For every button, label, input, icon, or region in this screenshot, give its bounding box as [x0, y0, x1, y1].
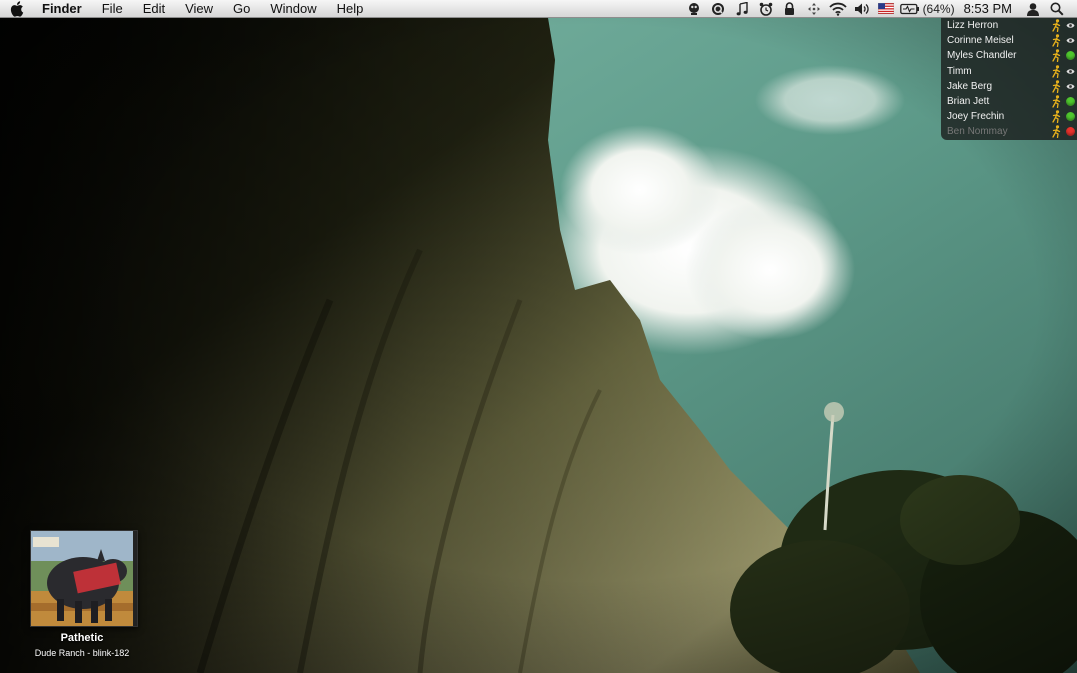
menu-bar-status-area: (64%) 8:53 PM: [682, 0, 1077, 18]
battery-percent[interactable]: (64%): [922, 2, 956, 16]
desktop[interactable]: [0, 0, 1077, 673]
now-playing-widget[interactable]: Pathetic Dude Ranch - blink-182: [18, 530, 146, 665]
running-figure-icon: [1049, 110, 1063, 124]
available-dot-icon: [1063, 110, 1077, 124]
buddy-name: Brian Jett: [947, 96, 990, 108]
buddy-name: Timm: [947, 65, 972, 77]
battery-icon[interactable]: [898, 0, 922, 18]
idle-eye-icon: [1063, 19, 1077, 33]
running-figure-icon: [1049, 79, 1063, 93]
buddy-list-item[interactable]: Timm: [941, 64, 1077, 79]
available-dot-icon: [1063, 49, 1077, 63]
buddy-name: Corinne Meisel: [947, 35, 1014, 47]
buddy-list-item[interactable]: Ben Nommay: [941, 124, 1077, 139]
buddy-name: Myles Chandler: [947, 50, 1017, 62]
spaces-arrows-icon[interactable]: [802, 0, 826, 18]
buddy-name: Lizz Herron: [947, 20, 999, 32]
idle-eye-icon: [1063, 64, 1077, 78]
menu-app-name[interactable]: Finder: [34, 0, 92, 18]
itunes-note-icon[interactable]: [730, 0, 754, 18]
buddy-list-item[interactable]: Corinne Meisel: [941, 33, 1077, 48]
adium-duck-icon[interactable]: [682, 0, 706, 18]
buddy-list-item[interactable]: Myles Chandler: [941, 48, 1077, 63]
lock-icon[interactable]: [778, 0, 802, 18]
idle-eye-icon: [1063, 34, 1077, 48]
menu-clock[interactable]: 8:53 PM: [956, 1, 1021, 16]
album-art-image[interactable]: [30, 530, 138, 627]
us-flag-input-icon[interactable]: [874, 0, 898, 18]
menu-bar-left: Finder File Edit View Go Window Help: [0, 0, 373, 18]
track-title: Pathetic: [60, 632, 104, 644]
idle-eye-icon: [1063, 79, 1077, 93]
apple-logo-icon[interactable]: [0, 0, 34, 18]
available-dot-icon: [1063, 95, 1077, 109]
running-figure-icon: [1049, 34, 1063, 48]
volume-icon[interactable]: [850, 0, 874, 18]
running-figure-icon: [1049, 125, 1063, 139]
buddy-list: Lizz Herron Corinne Meisel Myles Chandler T…: [941, 18, 1077, 140]
running-figure-icon: [1049, 95, 1063, 109]
buddy-name: Jake Berg: [947, 80, 993, 92]
menu-window[interactable]: Window: [260, 0, 326, 18]
menu-help[interactable]: Help: [327, 0, 374, 18]
buddy-list-item[interactable]: Lizz Herron: [941, 18, 1077, 33]
quicksilver-icon[interactable]: [706, 0, 730, 18]
running-figure-icon: [1049, 19, 1063, 33]
buddy-list-item[interactable]: Jake Berg: [941, 79, 1077, 94]
menu-go[interactable]: Go: [223, 0, 260, 18]
wifi-icon[interactable]: [826, 0, 850, 18]
menu-bar: Finder File Edit View Go Window Help (64…: [0, 0, 1077, 18]
buddy-name: Ben Nommay: [947, 126, 1008, 138]
buddy-name: Joey Frechin: [947, 111, 1005, 123]
running-figure-icon: [1049, 49, 1063, 63]
spotlight-search-icon[interactable]: [1045, 0, 1069, 18]
running-figure-icon: [1049, 64, 1063, 78]
menu-file[interactable]: File: [92, 0, 133, 18]
away-dot-icon: [1063, 125, 1077, 139]
user-silhouette-icon[interactable]: [1021, 0, 1045, 18]
buddy-list-item[interactable]: Joey Frechin: [941, 109, 1077, 124]
track-album-artist: Dude Ranch - blink-182: [34, 648, 130, 658]
buddy-list-item[interactable]: Brian Jett: [941, 94, 1077, 109]
wallpaper-cliff-image: [0, 0, 1077, 673]
menu-edit[interactable]: Edit: [133, 0, 175, 18]
menu-view[interactable]: View: [175, 0, 223, 18]
alarm-clock-icon[interactable]: [754, 0, 778, 18]
